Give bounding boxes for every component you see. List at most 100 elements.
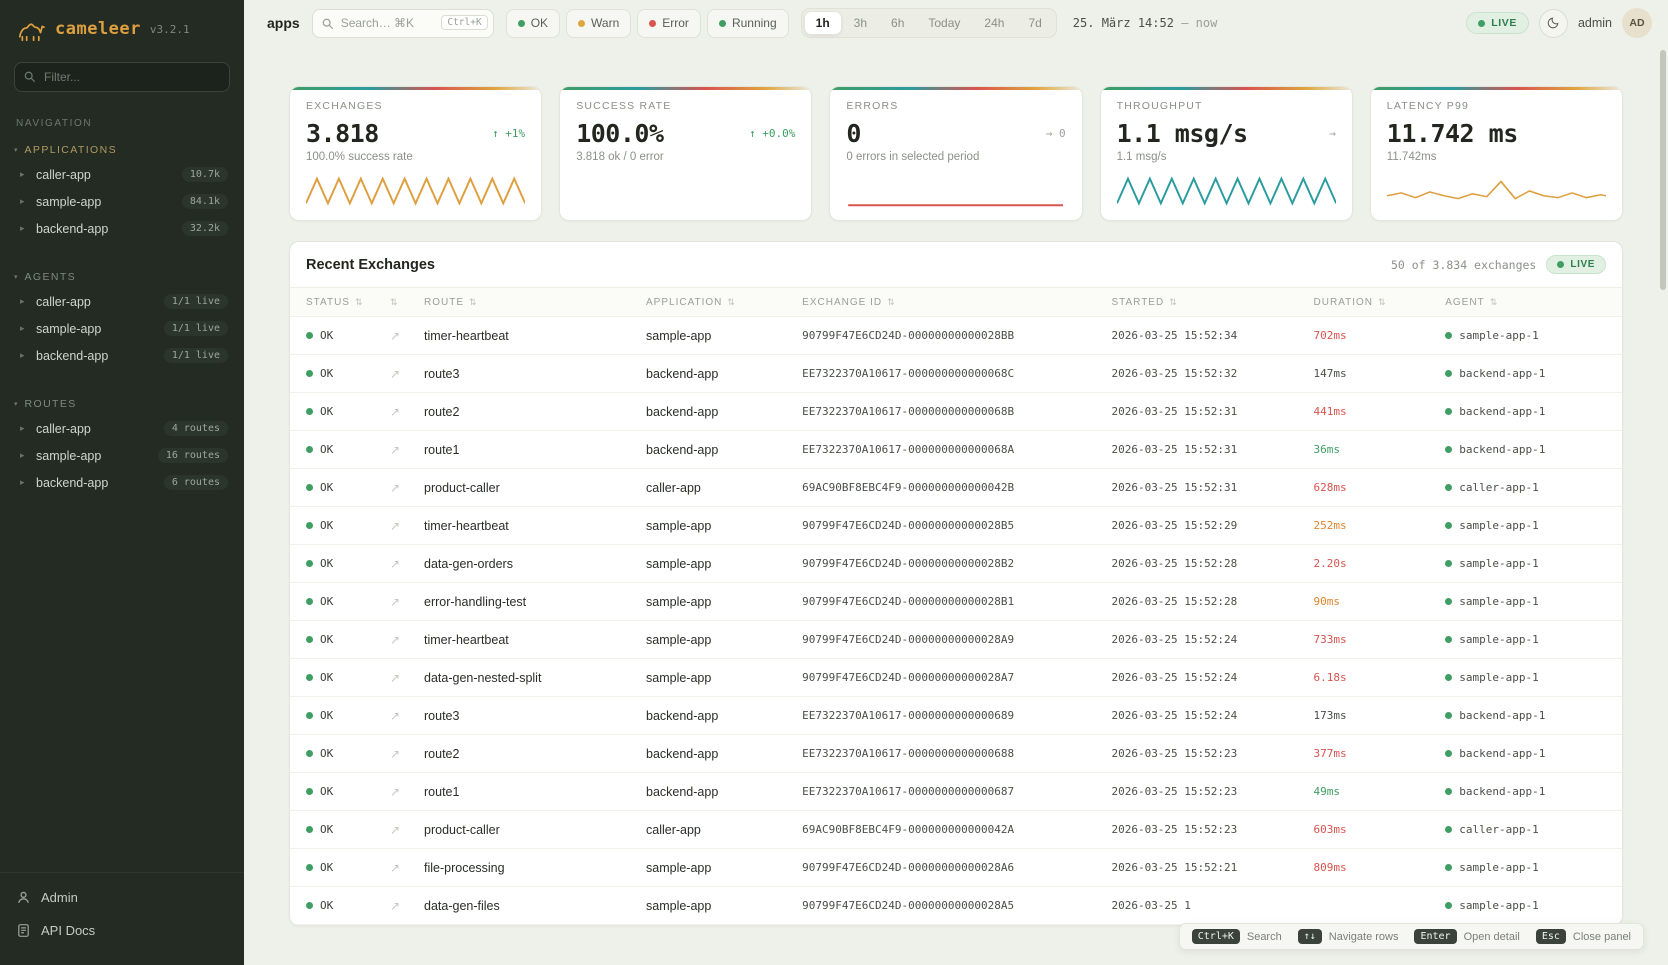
column-header-duration[interactable]: DURATION⇅ bbox=[1314, 297, 1446, 308]
open-detail-icon[interactable]: ↗ bbox=[390, 747, 424, 761]
kpi-subtext: 3.818 ok / 0 error bbox=[576, 151, 795, 163]
nav-item-list-routes: ▸ caller-app 4 routes ▸ sample-app 16 ro… bbox=[0, 415, 244, 496]
sidebar-app-item-2[interactable]: ▸ backend-app 32.2k bbox=[0, 215, 244, 242]
nav-section-header-applications[interactable]: ▾ APPLICATIONS bbox=[0, 139, 244, 161]
exchange-row-0[interactable]: OK ↗ timer-heartbeat sample-app 90799F47… bbox=[290, 317, 1622, 355]
card-accent-bar bbox=[1101, 87, 1352, 90]
table-body: OK ↗ timer-heartbeat sample-app 90799F47… bbox=[290, 317, 1622, 925]
column-header-agent[interactable]: AGENT⇅ bbox=[1445, 297, 1606, 308]
kpi-subtext: 1.1 msg/s bbox=[1117, 151, 1336, 163]
status-ok-dot bbox=[306, 522, 313, 529]
route-cell: data-gen-files bbox=[424, 899, 646, 913]
open-detail-icon[interactable]: ↗ bbox=[390, 367, 424, 381]
sidebar-app-item-0[interactable]: ▸ caller-app 10.7k bbox=[0, 161, 244, 188]
agent-live-dot bbox=[1445, 446, 1452, 453]
open-detail-icon[interactable]: ↗ bbox=[390, 329, 424, 343]
exchange-row-4[interactable]: OK ↗ product-caller caller-app 69AC90BF8… bbox=[290, 469, 1622, 507]
column-header-started[interactable]: STARTED⇅ bbox=[1111, 297, 1313, 308]
avatar[interactable]: AD bbox=[1622, 8, 1652, 38]
sidebar-route-item-2[interactable]: ▸ backend-app 6 routes bbox=[0, 469, 244, 496]
sidebar-footer-label: API Docs bbox=[41, 923, 95, 938]
status-filter-chip-3[interactable]: Running bbox=[707, 9, 789, 38]
sidebar-filter-input[interactable] bbox=[14, 62, 230, 92]
time-range-button-0[interactable]: 1h bbox=[804, 11, 842, 35]
status-filter-chip-2[interactable]: Error bbox=[637, 9, 701, 38]
agent-live-dot bbox=[1445, 864, 1452, 871]
exchange-row-5[interactable]: OK ↗ timer-heartbeat sample-app 90799F47… bbox=[290, 507, 1622, 545]
sidebar-app-item-1[interactable]: ▸ sample-app 84.1k bbox=[0, 188, 244, 215]
status-filter-label: Running bbox=[732, 16, 777, 30]
time-range-button-3[interactable]: Today bbox=[916, 11, 972, 35]
sidebar-agent-item-1[interactable]: ▸ sample-app 1/1 live bbox=[0, 315, 244, 342]
open-detail-icon[interactable]: ↗ bbox=[390, 557, 424, 571]
sidebar-agent-item-0[interactable]: ▸ caller-app 1/1 live bbox=[0, 288, 244, 315]
kpi-delta: → 0 bbox=[1046, 127, 1066, 140]
open-detail-icon[interactable]: ↗ bbox=[390, 633, 424, 647]
column-header-application[interactable]: APPLICATION⇅ bbox=[646, 297, 802, 308]
exchange-row-13[interactable]: OK ↗ product-caller caller-app 69AC90BF8… bbox=[290, 811, 1622, 849]
open-detail-icon[interactable]: ↗ bbox=[390, 671, 424, 685]
status-ok-dot bbox=[306, 598, 313, 605]
status-filter-chip-1[interactable]: Warn bbox=[566, 9, 631, 38]
route-cell: timer-heartbeat bbox=[424, 329, 646, 343]
sidebar-agent-item-2[interactable]: ▸ backend-app 1/1 live bbox=[0, 342, 244, 369]
exchange-row-9[interactable]: OK ↗ data-gen-nested-split sample-app 90… bbox=[290, 659, 1622, 697]
open-detail-icon[interactable]: ↗ bbox=[390, 595, 424, 609]
kbd-label: Navigate rows bbox=[1329, 931, 1399, 943]
open-detail-icon[interactable]: ↗ bbox=[390, 899, 424, 913]
status-filter-label: Warn bbox=[591, 16, 619, 30]
open-detail-icon[interactable]: ↗ bbox=[390, 709, 424, 723]
sidebar-item-label: sample-app bbox=[36, 322, 156, 336]
open-detail-icon[interactable]: ↗ bbox=[390, 785, 424, 799]
time-range-button-5[interactable]: 7d bbox=[1016, 11, 1053, 35]
table-column-headers: STATUS⇅ ⇅ ROUTE⇅ APPLICATION⇅ EXCHANGE I… bbox=[290, 287, 1622, 317]
exchange-row-1[interactable]: OK ↗ route3 backend-app EE7322370A10617-… bbox=[290, 355, 1622, 393]
agent-cell: backend-app-1 bbox=[1445, 709, 1606, 722]
time-range-button-1[interactable]: 3h bbox=[842, 11, 879, 35]
started-cell: 2026-03-25 15:52:23 bbox=[1111, 747, 1313, 760]
sidebar-item-admin[interactable]: Admin bbox=[0, 881, 244, 914]
open-detail-icon[interactable]: ↗ bbox=[390, 823, 424, 837]
open-detail-icon[interactable]: ↗ bbox=[390, 405, 424, 419]
exchange-row-10[interactable]: OK ↗ route3 backend-app EE7322370A10617-… bbox=[290, 697, 1622, 735]
status-filter-chip-0[interactable]: OK bbox=[506, 9, 560, 38]
open-detail-icon[interactable]: ↗ bbox=[390, 443, 424, 457]
sidebar-item-api-docs[interactable]: API Docs bbox=[0, 914, 244, 947]
exchange-row-6[interactable]: OK ↗ data-gen-orders sample-app 90799F47… bbox=[290, 545, 1622, 583]
scrollbar-thumb[interactable] bbox=[1660, 50, 1666, 290]
column-header-route[interactable]: ROUTE⇅ bbox=[424, 297, 646, 308]
status-cell: OK bbox=[306, 823, 390, 836]
column-header-expand[interactable]: ⇅ bbox=[390, 297, 424, 308]
exchange-row-7[interactable]: OK ↗ error-handling-test sample-app 9079… bbox=[290, 583, 1622, 621]
agent-live-dot bbox=[1445, 408, 1452, 415]
column-header-exchange-id[interactable]: EXCHANGE ID⇅ bbox=[802, 297, 1111, 308]
column-header-status[interactable]: STATUS⇅ bbox=[306, 297, 390, 308]
open-detail-icon[interactable]: ↗ bbox=[390, 519, 424, 533]
kpi-title: LATENCY P99 bbox=[1387, 100, 1606, 112]
nav-section-header-agents[interactable]: ▾ AGENTS bbox=[0, 266, 244, 288]
theme-toggle-button[interactable] bbox=[1539, 9, 1568, 38]
sidebar-route-item-1[interactable]: ▸ sample-app 16 routes bbox=[0, 442, 244, 469]
exchange-id-cell: 69AC90BF8EBC4F9-000000000000042B bbox=[802, 481, 1111, 494]
exchange-row-8[interactable]: OK ↗ timer-heartbeat sample-app 90799F47… bbox=[290, 621, 1622, 659]
sidebar-route-item-0[interactable]: ▸ caller-app 4 routes bbox=[0, 415, 244, 442]
time-range-button-4[interactable]: 24h bbox=[972, 11, 1016, 35]
agent-live-dot bbox=[1445, 674, 1452, 681]
open-detail-icon[interactable]: ↗ bbox=[390, 481, 424, 495]
open-detail-icon[interactable]: ↗ bbox=[390, 861, 424, 875]
exchange-row-15[interactable]: OK ↗ data-gen-files sample-app 90799F47E… bbox=[290, 887, 1622, 925]
time-range-button-2[interactable]: 6h bbox=[879, 11, 916, 35]
nav-section-header-routes[interactable]: ▾ ROUTES bbox=[0, 393, 244, 415]
status-cell: OK bbox=[306, 785, 390, 798]
live-dot bbox=[1557, 261, 1564, 268]
exchange-row-12[interactable]: OK ↗ route1 backend-app EE7322370A10617-… bbox=[290, 773, 1622, 811]
started-cell: 2026-03-25 15:52:24 bbox=[1111, 671, 1313, 684]
item-live-badge: 1/1 live bbox=[164, 348, 228, 363]
exchange-row-14[interactable]: OK ↗ file-processing sample-app 90799F47… bbox=[290, 849, 1622, 887]
exchange-row-3[interactable]: OK ↗ route1 backend-app EE7322370A10617-… bbox=[290, 431, 1622, 469]
agent-live-dot bbox=[1445, 826, 1452, 833]
exchange-row-2[interactable]: OK ↗ route2 backend-app EE7322370A10617-… bbox=[290, 393, 1622, 431]
status-cell: OK bbox=[306, 443, 390, 456]
nav-section-title: APPLICATIONS bbox=[25, 144, 117, 156]
exchange-row-11[interactable]: OK ↗ route2 backend-app EE7322370A10617-… bbox=[290, 735, 1622, 773]
